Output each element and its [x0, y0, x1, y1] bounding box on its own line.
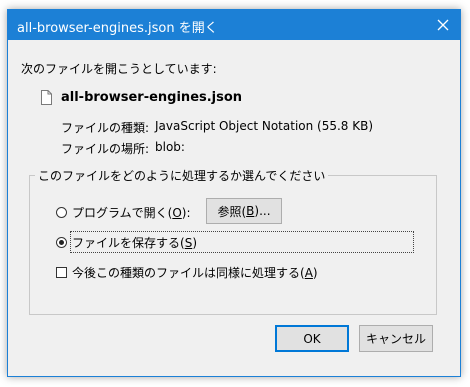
file-name: all-browser-engines.json — [61, 90, 243, 105]
save-file-radio[interactable] — [56, 237, 67, 248]
close-icon — [437, 19, 449, 31]
ok-button[interactable]: OK — [275, 325, 349, 352]
remember-checkbox[interactable] — [56, 267, 67, 278]
file-type-label: ファイルの種類: — [61, 121, 150, 135]
open-file-dialog: all-browser-engines.json を開く 次のファイルを開こうと… — [7, 9, 461, 377]
file-location-value: blob: — [155, 140, 185, 154]
remember-label[interactable]: 今後この種類のファイルは同様に処理する(A) — [72, 264, 318, 281]
radio-selected-dot — [59, 240, 64, 245]
browse-button[interactable]: 参照(B)... — [206, 198, 282, 224]
window-title: all-browser-engines.json を開く — [17, 21, 218, 36]
open-with-radio[interactable] — [56, 207, 67, 218]
file-icon — [41, 90, 52, 108]
save-file-label[interactable]: ファイルを保存する(S) — [72, 234, 197, 251]
file-location-label: ファイルの場所: — [61, 142, 150, 156]
close-button[interactable] — [426, 10, 460, 40]
title-bar[interactable]: all-browser-engines.json を開く — [8, 10, 460, 40]
intro-text: 次のファイルを開こうとしています: — [21, 62, 217, 76]
cancel-button[interactable]: キャンセル — [359, 325, 433, 352]
file-type-value: JavaScript Object Notation (55.8 KB) — [155, 119, 374, 133]
open-with-label[interactable]: プログラムで開く(O): — [72, 204, 191, 221]
group-legend: このファイルをどのように処理するか選んでください — [35, 167, 329, 184]
